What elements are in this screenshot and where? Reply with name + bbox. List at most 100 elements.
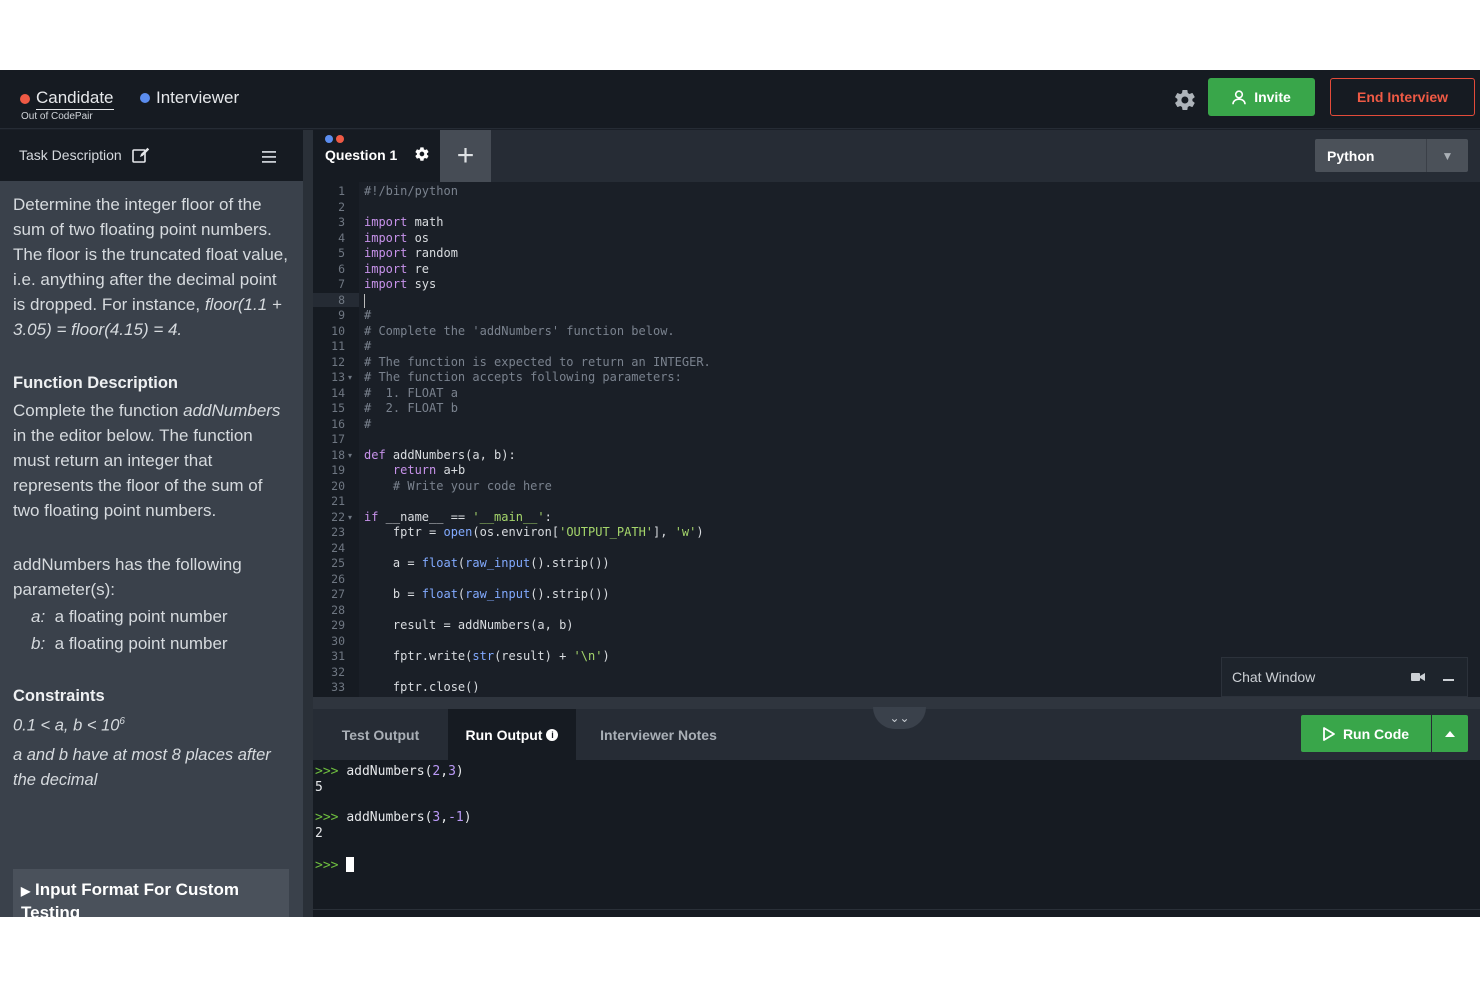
input-format-expander[interactable]: ▶ Input Format For Custom Testing (13, 869, 289, 917)
code-line[interactable]: # The function is expected to return an … (364, 355, 711, 369)
line-number: 9 (338, 308, 345, 322)
code-line[interactable]: import sys (364, 277, 436, 291)
code-line[interactable]: # (364, 308, 371, 322)
run-output-console[interactable]: >>> addNumbers(2,3) 5 >>> addNumbers(3,-… (313, 760, 1480, 917)
line-number: 33 (331, 680, 345, 694)
console-prompt: >>> (315, 858, 339, 873)
run-code-label: Run Code (1342, 725, 1410, 742)
function-pre: Complete the function (13, 401, 184, 420)
task-panel: Task Description Determine the integer f… (0, 130, 303, 917)
code-line[interactable]: import random (364, 246, 458, 260)
fold-arrow-icon[interactable]: ▾ (348, 451, 352, 460)
constraint-decimals: a and b have at most 8 places after the … (13, 745, 271, 789)
candidate-sublabel: Out of CodePair (21, 111, 93, 122)
line-number: 13 (331, 370, 345, 384)
tab-test-output[interactable]: Test Output (313, 709, 448, 760)
console-arg: 3 (432, 810, 441, 825)
minimize-icon[interactable] (1443, 679, 1454, 681)
code-line[interactable]: b = float(raw_input().strip()) (364, 587, 610, 601)
code-line[interactable]: # 1. FLOAT a (364, 386, 458, 400)
line-number: 17 (331, 432, 345, 446)
invite-button[interactable]: Invite (1208, 78, 1315, 116)
language-select[interactable]: Python ▼ (1315, 139, 1468, 172)
line-number: 24 (331, 540, 345, 555)
chat-window[interactable]: Chat Window (1221, 657, 1468, 697)
code-line[interactable]: return a+b (364, 463, 465, 477)
settings-gear-icon[interactable] (1173, 88, 1197, 112)
code-line[interactable]: result = addNumbers(a, b) (364, 618, 574, 632)
line-number: 26 (331, 571, 345, 586)
tab-label: Interviewer Notes (600, 726, 717, 743)
code-line[interactable]: # (364, 417, 371, 431)
code-line[interactable]: # Complete the 'addNumbers' function bel… (364, 324, 675, 338)
tab-label: Run Output (465, 726, 543, 743)
run-code-button[interactable]: Run Code (1301, 715, 1431, 752)
console-arg: 2 (432, 764, 441, 779)
language-value: Python (1327, 148, 1375, 164)
tab-interviewer-notes[interactable]: Interviewer Notes (576, 709, 741, 760)
line-number: 4 (338, 230, 345, 245)
code-line[interactable]: import os (364, 231, 429, 245)
codepair-app: Candidate Out of CodePair Interviewer In… (0, 70, 1480, 917)
console-input-line[interactable]: >>> (315, 857, 355, 873)
tab-label: Test Output (341, 726, 420, 743)
line-number: 11 (331, 339, 345, 353)
chat-window-label: Chat Window (1232, 669, 1316, 685)
code-line[interactable]: def addNumbers(a, b): (364, 448, 516, 462)
candidate-status-dot (20, 94, 30, 104)
code-line[interactable]: fptr = open(os.environ['OUTPUT_PATH'], '… (364, 525, 704, 539)
interviewer-label: Interviewer (156, 88, 240, 107)
end-interview-button[interactable]: End Interview (1330, 78, 1475, 116)
line-number: 5 (338, 246, 345, 260)
tab-label: Question 1 (325, 147, 398, 163)
param-b: b: a floating point number (13, 631, 293, 656)
constraints-heading: Constraints (13, 687, 105, 705)
line-number: 7 (338, 277, 345, 291)
line-number: 20 (331, 478, 345, 493)
line-number: 30 (331, 633, 345, 648)
candidate-label: Candidate (36, 88, 114, 110)
param-desc: a floating point number (54, 607, 228, 626)
expander-label: Input Format For Custom Testing (21, 880, 239, 917)
code-line[interactable]: # The function accepts following paramet… (364, 370, 682, 384)
code-line[interactable]: a = float(raw_input().strip()) (364, 556, 610, 570)
code-line[interactable]: import math (364, 215, 443, 229)
add-tab-plus-icon[interactable]: + (440, 130, 491, 182)
line-number: 15 (331, 401, 345, 415)
hamburger-menu-icon[interactable] (262, 151, 276, 163)
param-desc: a floating point number (54, 634, 228, 653)
constraint-range-text: 0.1 < a, b < 10 (13, 716, 120, 735)
code-line[interactable]: fptr.write(str(result) + '\n') (364, 649, 610, 663)
console-prompt: >>> (315, 764, 339, 779)
panel-splitter[interactable] (303, 130, 313, 917)
edit-icon[interactable] (131, 147, 150, 163)
video-camera-icon[interactable] (1411, 672, 1425, 682)
interviewer-role[interactable]: Interviewer (140, 88, 239, 108)
line-number: 14 (331, 385, 345, 400)
fold-arrow-icon[interactable]: ▾ (348, 373, 352, 382)
console-result: 2 (315, 826, 323, 841)
run-options-chevron-up-icon[interactable] (1432, 715, 1468, 752)
code-editor[interactable]: 1 2 3 4 5 6 7 8 9 10 11 12 13 ▾ 14 15 16 17 18 ▾ 19 20 21 22 ▾ 23… (313, 182, 1480, 697)
console-prompt: >>> (315, 810, 339, 825)
candidate-role[interactable]: Candidate (20, 88, 114, 110)
fold-arrow-icon[interactable]: ▾ (348, 513, 352, 522)
line-number: 1 (338, 184, 345, 198)
question-settings-gear-icon[interactable] (414, 146, 430, 162)
task-description-title[interactable]: Task Description (19, 147, 150, 163)
code-line[interactable]: fptr.close() (364, 680, 480, 694)
code-line[interactable]: if __name__ == '__main__': (364, 510, 552, 524)
tab-run-output[interactable]: Run Output i (448, 709, 576, 760)
console-call: addNumbers (346, 810, 425, 825)
tab-question-1[interactable]: Question 1 (313, 130, 440, 182)
code-line[interactable]: # 2. FLOAT b (364, 401, 458, 415)
line-number: 23 (331, 525, 345, 539)
info-icon[interactable]: i (546, 728, 559, 741)
line-number: 10 (331, 323, 345, 338)
code-line[interactable]: # (364, 339, 371, 353)
code-line[interactable]: # Write your code here (364, 479, 552, 493)
line-number: 2 (338, 199, 345, 214)
code-line[interactable]: import re (364, 262, 429, 276)
line-number: 29 (331, 618, 345, 632)
code-line[interactable]: #!/bin/python (364, 184, 458, 198)
